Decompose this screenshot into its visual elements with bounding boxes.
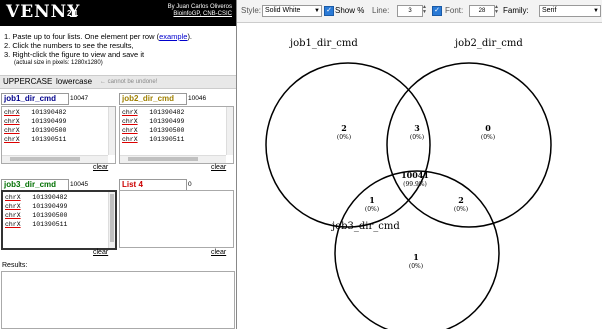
font-size-stepper[interactable]: ▲ ▼ bbox=[494, 5, 500, 15]
app-version: 2.1 bbox=[67, 9, 79, 18]
list-item: chrX 101390511 bbox=[122, 136, 185, 143]
author-credit: By Juan Carlos Oliveros BioinfoGP, CNB-C… bbox=[168, 4, 232, 18]
list2-vertical-scrollbar[interactable] bbox=[226, 107, 233, 155]
font-label: Font: bbox=[445, 6, 464, 15]
list4-textarea[interactable] bbox=[119, 190, 234, 248]
circle-job2 bbox=[386, 62, 552, 228]
region-job2-job3-count[interactable]: 2 bbox=[458, 195, 464, 205]
region-job1-job3-percent: (0%) bbox=[365, 206, 379, 213]
list3-count: 10045 bbox=[70, 181, 89, 188]
region-all-three-count[interactable]: 10041 bbox=[401, 170, 429, 180]
venn-canvas[interactable]: job1_dir_cmd job2_dir_cmd job3_dir_cmd 2… bbox=[237, 23, 602, 331]
list1-textarea[interactable]: chrX 101390482 chrX 101390499 chrX 10139… bbox=[1, 106, 116, 164]
uppercase-button[interactable]: UPPERCASE bbox=[3, 77, 52, 86]
list2-textarea[interactable]: chrX 101390482 chrX 101390499 chrX 10139… bbox=[119, 106, 234, 164]
venn-label-job2: job2_dir_cmd bbox=[454, 38, 523, 49]
figure-toolbar: Style: Solid White ▼ ✓ Show % Line: 3 ▲ ▼ … bbox=[237, 0, 602, 23]
results-textarea[interactable] bbox=[1, 271, 235, 329]
lowercase-button[interactable]: lowercase bbox=[56, 77, 92, 86]
line-label: Line: bbox=[372, 6, 390, 15]
app-header: VENNY 2.1 By Juan Carlos Oliveros Bioinf… bbox=[0, 0, 236, 26]
list2-name-field[interactable]: job2_dir_cmd bbox=[119, 93, 187, 105]
author-link[interactable]: BioinfoGP, CNB-CSIC bbox=[168, 11, 232, 18]
list1-name-field[interactable]: job1_dir_cmd bbox=[1, 93, 69, 105]
list-item: chrX 101390500 bbox=[5, 212, 68, 219]
region-only-job1-count[interactable]: 2 bbox=[341, 123, 347, 133]
circle-job3 bbox=[334, 170, 500, 331]
list4-count: 0 bbox=[188, 181, 192, 188]
case-toolbar: UPPERCASE lowercase ← cannot be undone! bbox=[0, 75, 236, 89]
chevron-down-icon: ▼ bbox=[593, 8, 599, 14]
region-only-job3-count[interactable]: 1 bbox=[413, 252, 419, 262]
family-label: Family: bbox=[503, 6, 529, 15]
font-size-input[interactable]: 28 bbox=[469, 5, 495, 17]
region-job2-job3-percent: (0%) bbox=[454, 206, 468, 213]
results-label: Results: bbox=[2, 262, 28, 269]
region-only-job3-percent: (0%) bbox=[409, 263, 423, 270]
list-item: chrX 101390499 bbox=[5, 203, 68, 210]
example-link[interactable]: example bbox=[159, 32, 187, 41]
list3-clear-link[interactable]: clear bbox=[93, 249, 108, 256]
region-job1-job2-count[interactable]: 3 bbox=[414, 123, 420, 133]
chevron-down-icon: ▼ bbox=[314, 8, 320, 14]
line-width-input[interactable]: 3 bbox=[397, 5, 423, 17]
line-width-stepper[interactable]: ▲ ▼ bbox=[422, 5, 428, 15]
list4-clear-link[interactable]: clear bbox=[211, 249, 226, 256]
list-item: chrX 101390500 bbox=[122, 127, 185, 134]
show-percent-checkbox[interactable]: ✓ bbox=[324, 6, 334, 16]
list-item: chrX 101390499 bbox=[122, 118, 185, 125]
font-checkbox[interactable]: ✓ bbox=[432, 6, 442, 16]
instruction-step-2: 2. Click the numbers to see the results, bbox=[4, 41, 134, 50]
list2-horizontal-scrollbar[interactable] bbox=[120, 155, 226, 163]
list-item: chrX 101390499 bbox=[4, 118, 67, 125]
list1-vertical-scrollbar[interactable] bbox=[108, 107, 115, 155]
circle-job1 bbox=[265, 62, 431, 228]
list2-count: 10046 bbox=[188, 95, 207, 102]
case-warning: ← cannot be undone! bbox=[100, 79, 158, 85]
list-item: chrX 101390511 bbox=[5, 221, 68, 228]
style-select[interactable]: Solid White ▼ bbox=[262, 5, 322, 17]
instruction-step-1: 1. Paste up to four lists. One element p… bbox=[4, 32, 193, 41]
venn-label-job3: job3_dir_cmd bbox=[331, 221, 400, 232]
list3-textarea[interactable]: chrX 101390482 chrX 101390499 chrX 10139… bbox=[1, 190, 117, 250]
list1-count: 10047 bbox=[70, 95, 89, 102]
instruction-step-3: 3. Right-click the figure to view and sa… bbox=[4, 50, 145, 59]
region-job1-job2-percent: (0%) bbox=[410, 134, 424, 141]
list-item: chrX 101390482 bbox=[122, 109, 185, 116]
author-name: By Juan Carlos Oliveros bbox=[167, 4, 232, 10]
instruction-size-note: (actual size in pixels: 1280x1280) bbox=[14, 60, 103, 66]
region-job1-job3-count[interactable]: 1 bbox=[369, 195, 375, 205]
region-only-job2-percent: (0%) bbox=[481, 134, 495, 141]
venn-diagram[interactable]: job1_dir_cmd job2_dir_cmd job3_dir_cmd 2… bbox=[237, 23, 602, 331]
list-item: chrX 101390511 bbox=[4, 136, 67, 143]
list-item: chrX 101390500 bbox=[4, 127, 67, 134]
list2-clear-link[interactable]: clear bbox=[211, 164, 226, 171]
region-all-three-percent: (99.9%) bbox=[403, 181, 427, 188]
show-percent-label: Show % bbox=[335, 6, 365, 15]
left-panel: VENNY 2.1 By Juan Carlos Oliveros Bioinf… bbox=[0, 0, 237, 329]
style-label: Style: bbox=[241, 6, 262, 15]
list1-horizontal-scrollbar[interactable] bbox=[2, 155, 108, 163]
list-item: chrX 101390482 bbox=[5, 194, 68, 201]
region-only-job2-count[interactable]: 0 bbox=[485, 123, 491, 133]
list3-vertical-scrollbar[interactable] bbox=[108, 192, 115, 248]
list-item: chrX 101390482 bbox=[4, 109, 67, 116]
region-only-job1-percent: (0%) bbox=[337, 134, 351, 141]
instructions: 1. Paste up to four lists. One element p… bbox=[4, 32, 192, 68]
list1-clear-link[interactable]: clear bbox=[93, 164, 108, 171]
venn-label-job1: job1_dir_cmd bbox=[289, 38, 358, 49]
family-select[interactable]: Serif ▼ bbox=[539, 5, 601, 17]
